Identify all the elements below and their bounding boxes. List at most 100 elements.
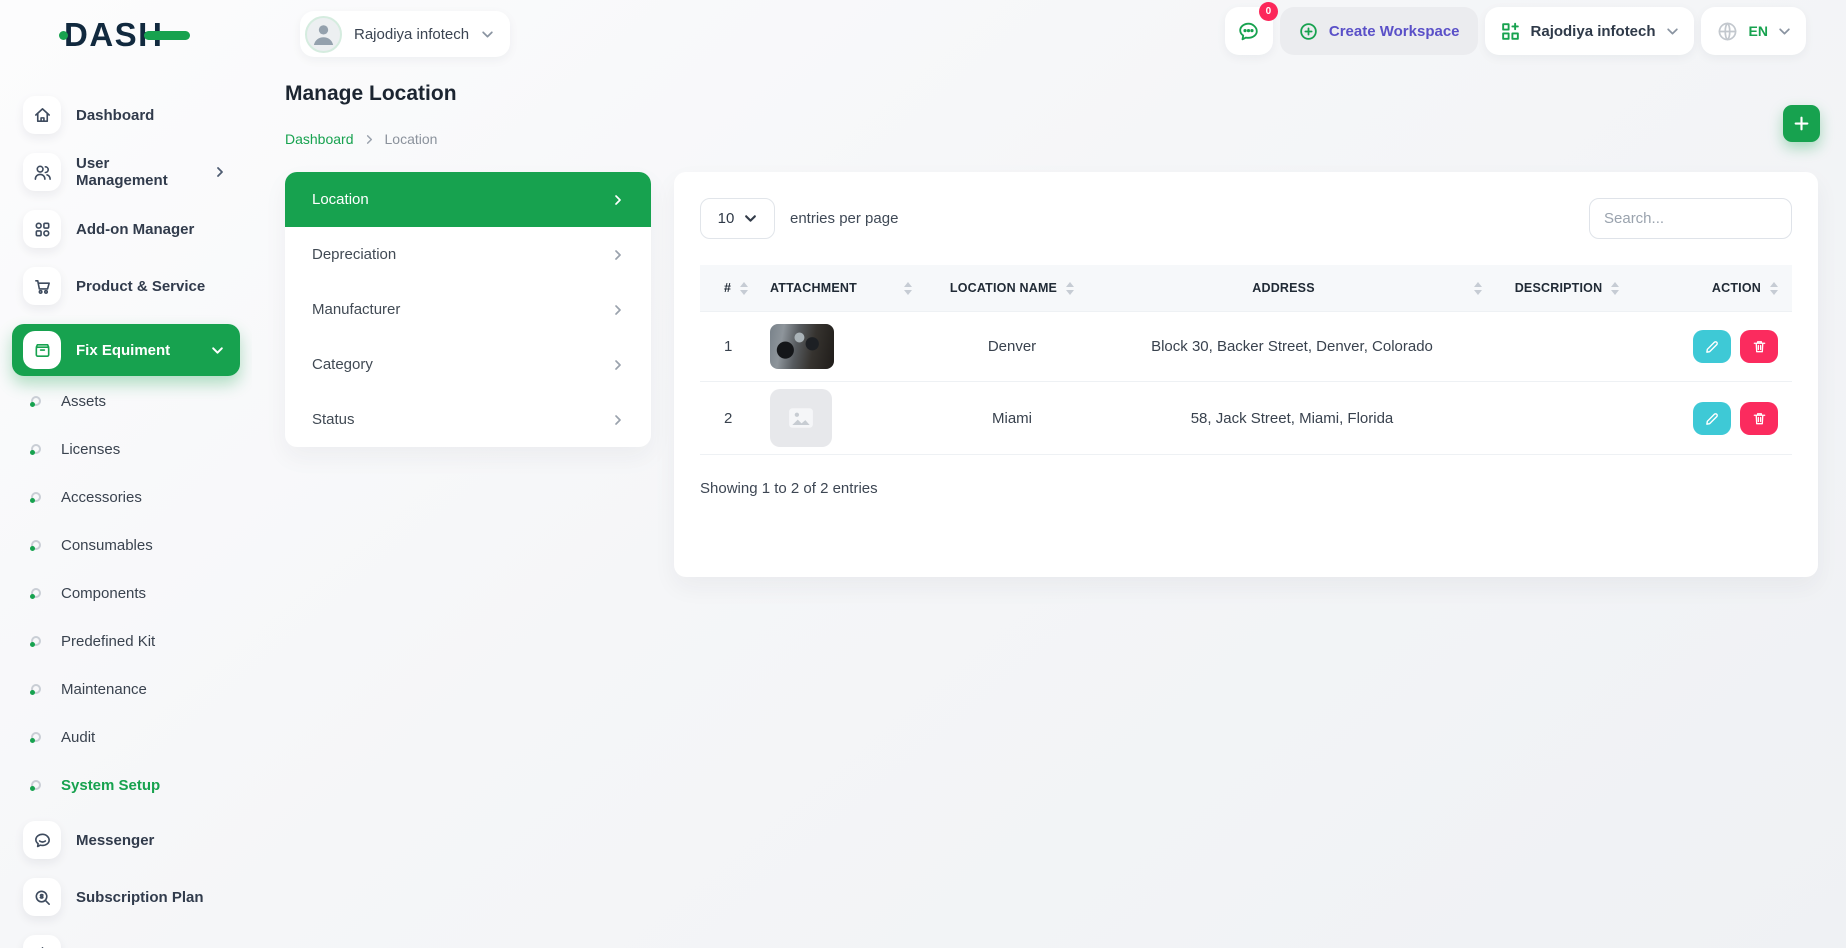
chevron-right-icon <box>612 304 624 316</box>
sort-icon <box>1474 282 1482 295</box>
chevron-down-icon <box>211 344 224 357</box>
setup-menu-category[interactable]: Category <box>285 337 651 392</box>
bullet-icon <box>31 588 41 598</box>
column-header-num[interactable]: # <box>700 281 746 295</box>
column-header-location-name[interactable]: LOCATION NAME <box>922 281 1102 295</box>
sidebar-subitem-system-setup[interactable]: System Setup <box>0 773 252 797</box>
sidebar-item-messenger[interactable]: Messenger <box>0 821 252 859</box>
sidebar-subitem-accessories[interactable]: Accessories <box>0 485 252 509</box>
search-input[interactable] <box>1589 198 1792 239</box>
sidebar-item-label: Subscription Plan <box>76 889 204 906</box>
sidebar-subitem-assets[interactable]: Assets <box>0 389 252 413</box>
sidebar-item-subscription-plan[interactable]: Subscription Plan <box>0 878 252 916</box>
avatar <box>305 16 342 53</box>
globe-icon <box>1716 20 1739 43</box>
sidebar-item-settings[interactable]: Settings <box>0 935 252 948</box>
sort-icon <box>1066 282 1074 295</box>
pencil-icon <box>1705 411 1720 426</box>
language-dropdown[interactable]: EN <box>1701 7 1806 55</box>
app-logo[interactable]: DASH <box>64 16 164 54</box>
chevron-right-icon <box>612 414 624 426</box>
equipment-box-icon <box>23 331 61 369</box>
workspace-user-label: Rajodiya infotech <box>354 26 469 43</box>
sort-icon <box>904 282 912 295</box>
page-title: Manage Location <box>285 82 457 106</box>
logo-dot-accent <box>59 31 68 40</box>
sidebar: DASH Dashboard User Management Add-on Ma… <box>0 0 252 948</box>
delete-button[interactable] <box>1740 402 1778 435</box>
sidebar-item-product-service[interactable]: Product & Service <box>0 267 252 305</box>
table-row: 2 Miami 58, Jack Street, Miami, Florida <box>700 381 1792 455</box>
chevron-right-icon <box>612 194 624 206</box>
company-dropdown[interactable]: Rajodiya infotech <box>1485 7 1694 55</box>
add-location-button[interactable] <box>1783 105 1820 142</box>
image-placeholder-icon <box>788 407 814 429</box>
workspace-grid-icon <box>1500 21 1521 42</box>
bullet-icon <box>31 780 41 790</box>
address-cell: 58, Jack Street, Miami, Florida <box>1102 410 1482 427</box>
table-row: 1 Denver Block 30, Backer Street, Denver… <box>700 311 1792 381</box>
sidebar-subitem-licenses[interactable]: Licenses <box>0 437 252 461</box>
sidebar-subitem-audit[interactable]: Audit <box>0 725 252 749</box>
sidebar-subitem-maintenance[interactable]: Maintenance <box>0 677 252 701</box>
topbar-actions: 0 Create Workspace Rajodiya infotech EN <box>1225 7 1806 55</box>
chat-icon <box>23 821 61 859</box>
column-header-action[interactable]: ACTION <box>1652 281 1792 295</box>
table-summary: Showing 1 to 2 of 2 entries <box>700 480 1792 497</box>
attachment-thumbnail[interactable] <box>770 324 834 369</box>
entries-per-page-select[interactable]: 10 <box>700 198 775 239</box>
setup-menu-status[interactable]: Status <box>285 392 651 447</box>
plus-circle-icon <box>1298 21 1319 42</box>
messages-badge: 0 <box>1259 2 1278 21</box>
entries-per-page-value: 10 <box>718 210 735 227</box>
sidebar-item-addon-manager[interactable]: Add-on Manager <box>0 210 252 248</box>
bullet-icon <box>31 492 41 502</box>
attachment-placeholder <box>770 389 832 447</box>
messages-button[interactable]: 0 <box>1225 7 1273 55</box>
sidebar-item-label: Add-on Manager <box>76 221 194 238</box>
edit-button[interactable] <box>1693 402 1731 435</box>
users-icon <box>23 153 61 191</box>
chat-bubble-icon <box>1237 20 1260 43</box>
chevron-down-icon <box>1778 25 1791 38</box>
sidebar-subitem-consumables[interactable]: Consumables <box>0 533 252 557</box>
sidebar-nav: Dashboard User Management Add-on Manager… <box>0 96 252 948</box>
setup-menu-location[interactable]: Location <box>285 172 651 227</box>
edit-button[interactable] <box>1693 330 1731 363</box>
sidebar-item-user-management[interactable]: User Management <box>0 153 252 191</box>
breadcrumb-dashboard-link[interactable]: Dashboard <box>285 131 354 147</box>
column-header-attachment[interactable]: ATTACHMENT <box>746 281 922 295</box>
location-name-cell: Denver <box>922 338 1102 355</box>
sidebar-item-label: Messenger <box>76 832 154 849</box>
setup-menu-manufacturer[interactable]: Manufacturer <box>285 282 651 337</box>
delete-button[interactable] <box>1740 330 1778 363</box>
search-dollar-icon <box>23 878 61 916</box>
sidebar-subitem-components[interactable]: Components <box>0 581 252 605</box>
bullet-icon <box>31 540 41 550</box>
workspace-user-dropdown[interactable]: Rajodiya infotech <box>300 11 510 57</box>
create-workspace-label: Create Workspace <box>1329 23 1460 40</box>
sidebar-subitem-predefined-kit[interactable]: Predefined Kit <box>0 629 252 653</box>
chevron-right-icon <box>214 166 226 178</box>
entries-per-page-label: entries per page <box>790 210 898 227</box>
column-header-description[interactable]: DESCRIPTION <box>1482 281 1652 295</box>
sort-icon <box>1611 282 1619 295</box>
trash-icon <box>1752 411 1767 426</box>
column-header-address[interactable]: ADDRESS <box>1102 281 1482 295</box>
bullet-icon <box>31 444 41 454</box>
create-workspace-button[interactable]: Create Workspace <box>1280 7 1478 55</box>
sidebar-item-dashboard[interactable]: Dashboard <box>0 96 252 134</box>
home-icon <box>23 96 61 134</box>
breadcrumb: Dashboard Location <box>285 131 437 147</box>
chevron-right-icon <box>612 359 624 371</box>
sidebar-item-label: Fix Equiment <box>76 342 170 359</box>
sidebar-item-fix-equipment[interactable]: Fix Equiment <box>12 324 240 376</box>
company-label: Rajodiya infotech <box>1531 23 1656 40</box>
location-name-cell: Miami <box>922 410 1102 427</box>
cart-icon <box>23 267 61 305</box>
system-setup-menu: Location Depreciation Manufacturer Categ… <box>285 172 651 447</box>
sidebar-item-label: Dashboard <box>76 107 154 124</box>
bullet-icon <box>31 732 41 742</box>
setup-menu-depreciation[interactable]: Depreciation <box>285 227 651 282</box>
grid-icon <box>23 210 61 248</box>
